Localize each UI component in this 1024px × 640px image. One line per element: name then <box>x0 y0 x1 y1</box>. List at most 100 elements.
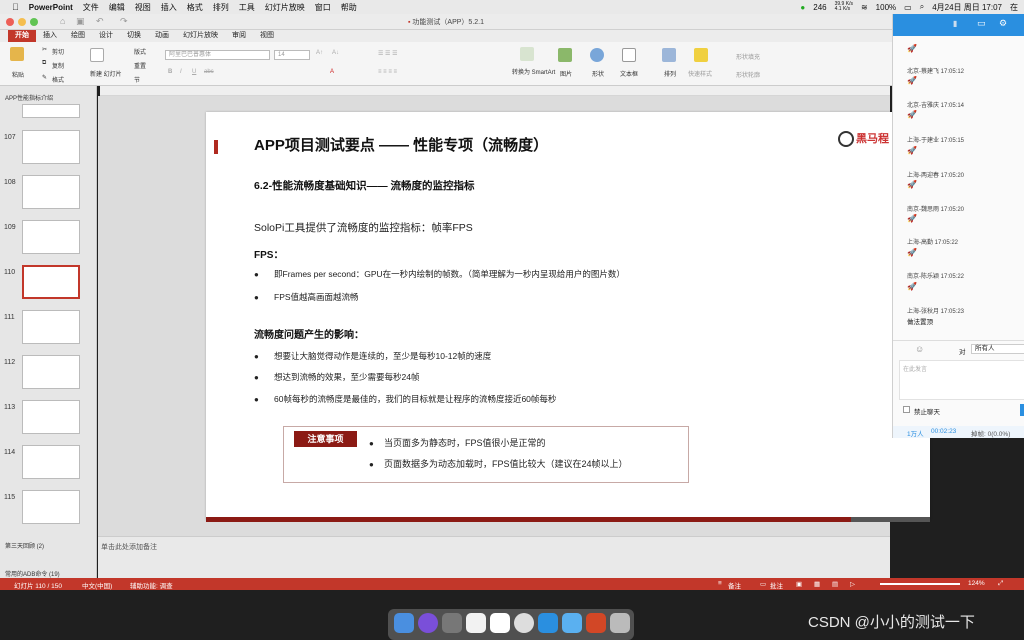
reading-view-icon[interactable]: ▤ <box>832 580 838 588</box>
shape-icon[interactable] <box>590 48 604 62</box>
input-method[interactable]: 在 <box>1010 2 1018 13</box>
slide-thumb-111[interactable] <box>22 310 80 344</box>
increase-font-icon[interactable]: A↑ <box>316 50 323 56</box>
textbox-button[interactable]: 文本框 <box>620 69 638 78</box>
tab-review[interactable]: 审阅 <box>225 30 253 42</box>
menu-file[interactable]: 文件 <box>83 2 99 13</box>
bullets-icon[interactable]: ☰ ☰ ☰ <box>378 50 397 57</box>
sorter-view-icon[interactable]: ▦ <box>814 580 820 588</box>
zoom-slider[interactable] <box>880 583 960 585</box>
notes-toggle-icon[interactable]: ≡ <box>718 580 722 587</box>
slide-thumb-109[interactable] <box>22 220 80 254</box>
launchpad-icon[interactable] <box>442 613 462 633</box>
textbox-icon[interactable] <box>622 48 636 62</box>
wechat-icon[interactable]: ● <box>800 3 805 12</box>
cloud-icon[interactable] <box>562 613 582 633</box>
tab-design[interactable]: 设计 <box>92 30 120 42</box>
reset-button[interactable]: 重置 <box>134 61 146 70</box>
tab-draw[interactable]: 绘图 <box>64 30 92 42</box>
emoji-icon[interactable]: ☺ <box>915 344 924 354</box>
notice-box[interactable]: 注意事项 ● 当页面多为静态时，FPS值很小是正常的 ● 页面数据多为动态加载时，F… <box>283 426 689 483</box>
new-slide-icon[interactable] <box>90 48 104 62</box>
section-header-day3-review[interactable]: 第三天回顾 (2) <box>5 541 44 550</box>
copy-button[interactable]: 复制 <box>52 61 64 70</box>
format-painter-button[interactable]: 格式 <box>52 75 64 84</box>
fps-heading[interactable]: FPS： <box>254 246 283 261</box>
typora-icon[interactable] <box>466 613 486 633</box>
chrome-icon[interactable] <box>514 613 534 633</box>
slide-thumb-114[interactable] <box>22 445 80 479</box>
slide-thumb-113[interactable] <box>22 400 80 434</box>
send-button[interactable] <box>1020 404 1024 416</box>
date-time[interactable]: 4月24日 周日 17:07 <box>932 2 1002 13</box>
copy-icon[interactable]: ⧉ <box>42 60 46 67</box>
cut-button[interactable]: 剪切 <box>52 47 64 56</box>
menu-insert[interactable]: 插入 <box>161 2 177 13</box>
mute-label[interactable]: 禁止聊天 <box>914 406 940 416</box>
menu-window[interactable]: 窗口 <box>315 2 331 13</box>
bold-icon[interactable]: B <box>168 69 172 75</box>
decrease-font-icon[interactable]: A↓ <box>332 50 339 56</box>
new-slide-button[interactable]: 新建 幻灯片 <box>90 69 122 78</box>
impact-bullet[interactable]: ● 想要让大脑觉得动作是连续的，至少是每秒10-12帧的速度 <box>254 350 491 362</box>
slide-thumbnail-pane[interactable]: APP性能指标介绍 107 108 109 110 111 112 113 11… <box>0 86 97 578</box>
quick-styles-icon[interactable] <box>694 48 708 62</box>
mute-checkbox[interactable] <box>903 406 910 413</box>
current-slide[interactable]: APP项目测试要点 —— 性能专项（流畅度） 黑马程 6.2-性能流畅度基础知识… <box>206 112 930 522</box>
menu-arrange[interactable]: 排列 <box>213 2 229 13</box>
menu-tools[interactable]: 工具 <box>239 2 255 13</box>
slideshow-view-icon[interactable]: ▷ <box>850 580 855 588</box>
meeting-icon[interactable] <box>538 613 558 633</box>
apple-icon[interactable]:  <box>12 2 19 12</box>
shape-fill-button[interactable]: 形状填充 <box>736 52 760 61</box>
app-menu[interactable]: PowerPoint <box>29 3 73 12</box>
slide-thumb-108[interactable] <box>22 175 80 209</box>
fps-bullet[interactable]: ● FPS值越高画面越流畅 <box>254 291 359 303</box>
paste-icon[interactable] <box>10 47 24 61</box>
menu-view[interactable]: 视图 <box>135 2 151 13</box>
fit-slide-icon[interactable]: ⤢ <box>998 580 1003 588</box>
comments-button[interactable]: 批注 <box>770 580 783 590</box>
notes-toggle-button[interactable]: 备注 <box>728 580 741 590</box>
trash-icon[interactable] <box>610 613 630 633</box>
menu-format[interactable]: 格式 <box>187 2 203 13</box>
picture-icon[interactable] <box>558 48 572 62</box>
underline-icon[interactable]: U <box>192 69 196 75</box>
menu-edit[interactable]: 编辑 <box>109 2 125 13</box>
quick-styles-button[interactable]: 快速样式 <box>688 69 712 78</box>
slide-thumb-107[interactable] <box>22 130 80 164</box>
slide-thumb-106[interactable] <box>22 104 80 118</box>
font-size-select[interactable]: 14 <box>274 50 310 60</box>
battery-icon[interactable]: ▭ <box>904 3 912 12</box>
tab-animations[interactable]: 动画 <box>148 30 176 42</box>
font-color-icon[interactable]: A <box>330 69 334 75</box>
accessibility-status[interactable]: 辅助功能: 调查 <box>130 580 173 590</box>
impact-bullet[interactable]: ● 60帧每秒的流畅度是最佳的，我们的目标就是让程序的流畅度接近60帧每秒 <box>254 393 556 405</box>
italic-icon[interactable]: I <box>180 69 182 75</box>
section-header-adb-commands[interactable]: 常用的ADB命令 (19) <box>5 569 60 578</box>
slide-thumb-112[interactable] <box>22 355 80 389</box>
tab-slideshow[interactable]: 幻灯片放映 <box>176 30 225 42</box>
scissors-icon[interactable]: ✂ <box>42 46 47 53</box>
section-header-app-performance[interactable]: APP性能指标介绍 <box>5 93 53 102</box>
picture-button[interactable]: 图片 <box>560 69 572 78</box>
layout-button[interactable]: 版式 <box>134 47 146 56</box>
convert-smartart-button[interactable]: 转换为 SmartArt <box>512 67 555 76</box>
shape-outline-button[interactable]: 形状轮廓 <box>736 70 760 79</box>
menu-help[interactable]: 帮助 <box>341 2 357 13</box>
battery-level[interactable]: 100% <box>876 3 896 12</box>
format-painter-icon[interactable]: ✎ <box>42 74 47 81</box>
notes-pane[interactable]: 单击此处添加备注 <box>98 536 890 578</box>
section-button[interactable]: 节 <box>134 75 140 84</box>
settings-icon[interactable]: ⚙ <box>999 18 1007 29</box>
chat-input[interactable]: 在此发言 <box>899 360 1024 400</box>
impact-bullet[interactable]: ● 想达到流畅的效果，至少需要每秒24帧 <box>254 371 419 383</box>
horizontal-ruler[interactable] <box>100 86 890 96</box>
comments-icon[interactable]: ▭ <box>760 580 766 588</box>
language-indicator[interactable]: 中文(中国) <box>82 580 112 590</box>
slide-title[interactable]: APP项目测试要点 —— 性能专项（流畅度） <box>254 134 548 155</box>
notes-placeholder[interactable]: 单击此处添加备注 <box>101 542 157 552</box>
calendar-icon[interactable] <box>490 613 510 633</box>
font-name-select[interactable]: 阿里巴巴普惠体 <box>165 50 270 60</box>
intro-text[interactable]: SoloPi工具提供了流畅度的监控指标：帧率FPS <box>254 220 473 235</box>
